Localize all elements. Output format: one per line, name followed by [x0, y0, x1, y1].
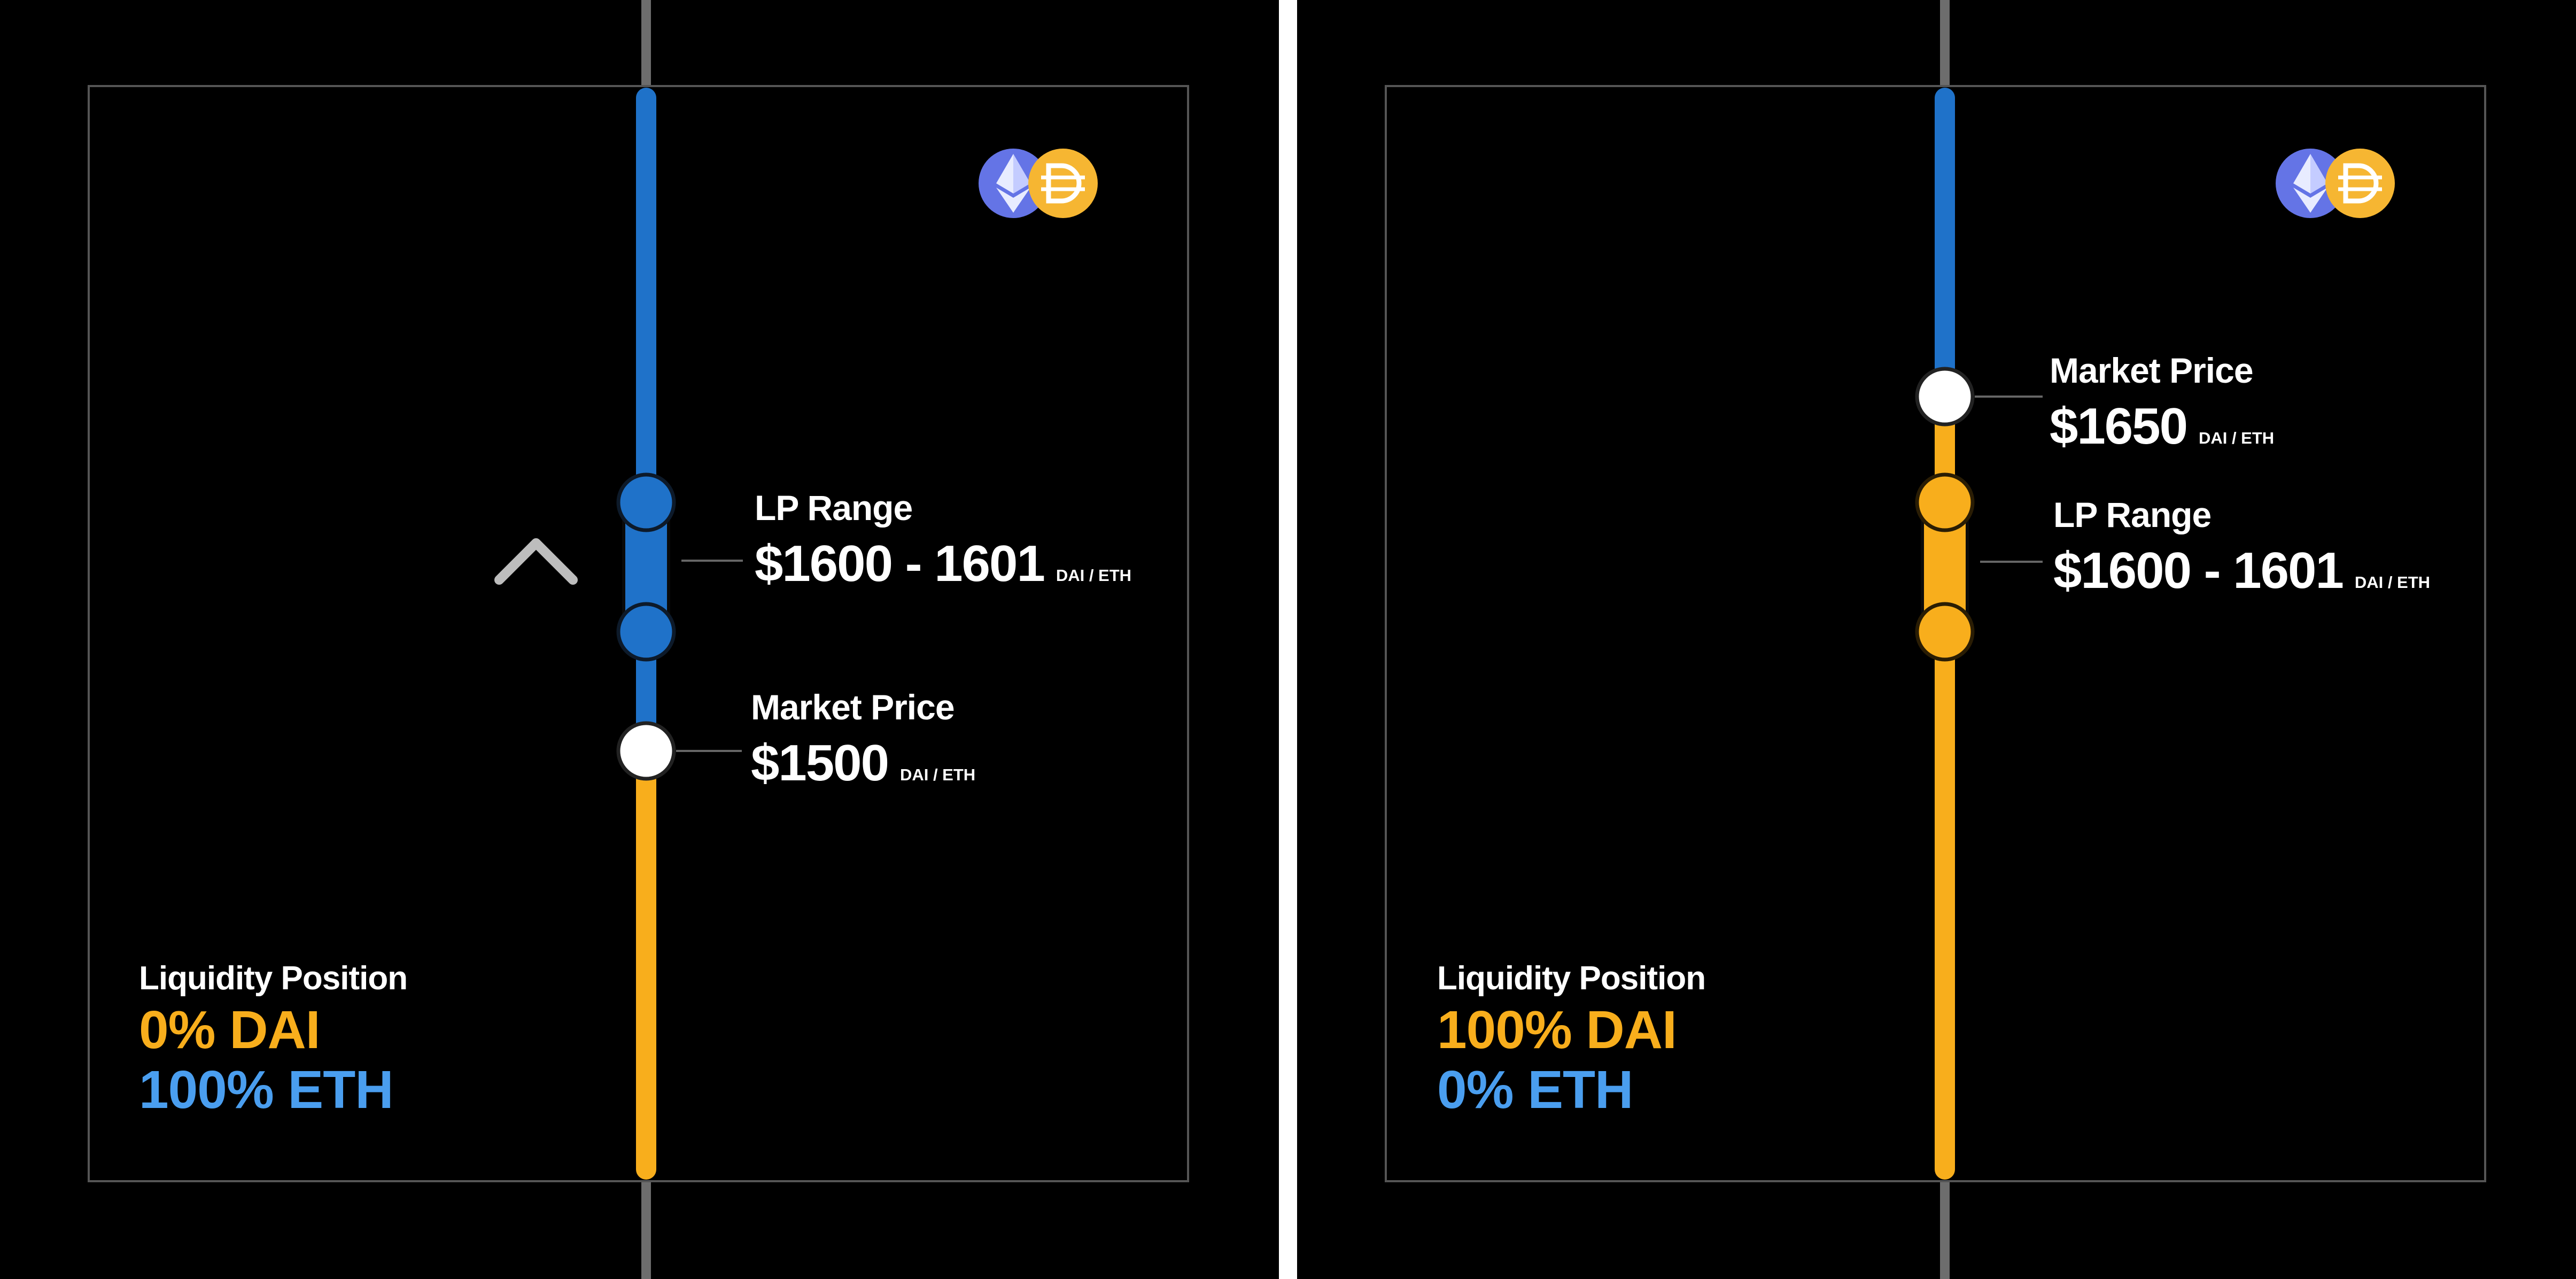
- market-price-unit: DAI / ETH: [2198, 429, 2275, 447]
- market-price-title: Market Price: [751, 687, 955, 727]
- lp-range-lower-handle: [616, 602, 676, 662]
- market-price-unit: DAI / ETH: [899, 765, 976, 784]
- liquidity-position-title: Liquidity Position: [139, 960, 408, 997]
- lp-range-label: LP Range $1600 - 1601 DAI / ETH: [2053, 497, 2430, 596]
- lp-range-upper-handle: [616, 472, 676, 532]
- lp-range-value: $1600 - 1601: [2053, 542, 2344, 599]
- market-price-marker: [616, 721, 676, 781]
- market-price-title: Market Price: [2050, 351, 2254, 390]
- lp-range-title: LP Range: [2053, 495, 2212, 534]
- lp-range-value: $1600 - 1601: [755, 535, 1045, 592]
- liquidity-position-title: Liquidity Position: [1437, 960, 1706, 997]
- liquidity-dai-share: 100% DAI: [1437, 1000, 1677, 1060]
- liquidity-dai-share: 0% DAI: [139, 1000, 321, 1060]
- dai-token-icon: [2325, 149, 2395, 218]
- market-price-label: Market Price $1500 DAI / ETH: [751, 689, 975, 789]
- liquidity-eth-share: 0% ETH: [1437, 1060, 1633, 1120]
- lp-range-label: LP Range $1600 - 1601 DAI / ETH: [755, 490, 1131, 590]
- lp-range-title: LP Range: [755, 488, 913, 528]
- lp-range-unit: DAI / ETH: [2354, 573, 2431, 592]
- liquidity-eth-share: 100% ETH: [139, 1060, 394, 1120]
- panel-before: LP Range $1600 - 1601 DAI / ETH Market Pr…: [0, 0, 1279, 1279]
- market-price-value: $1500: [751, 734, 889, 792]
- market-price-marker: [1915, 367, 1975, 427]
- panel-after: Market Price $1650 DAI / ETH LP Range $16…: [1297, 0, 2576, 1279]
- market-price-value: $1650: [2050, 398, 2188, 455]
- lp-range-lower-handle: [1915, 602, 1975, 662]
- lp-range-unit: DAI / ETH: [1056, 566, 1132, 585]
- lp-range-upper-handle: [1915, 472, 1975, 532]
- market-price-label: Market Price $1650 DAI / ETH: [2050, 353, 2274, 452]
- dai-token-icon: [1028, 149, 1098, 218]
